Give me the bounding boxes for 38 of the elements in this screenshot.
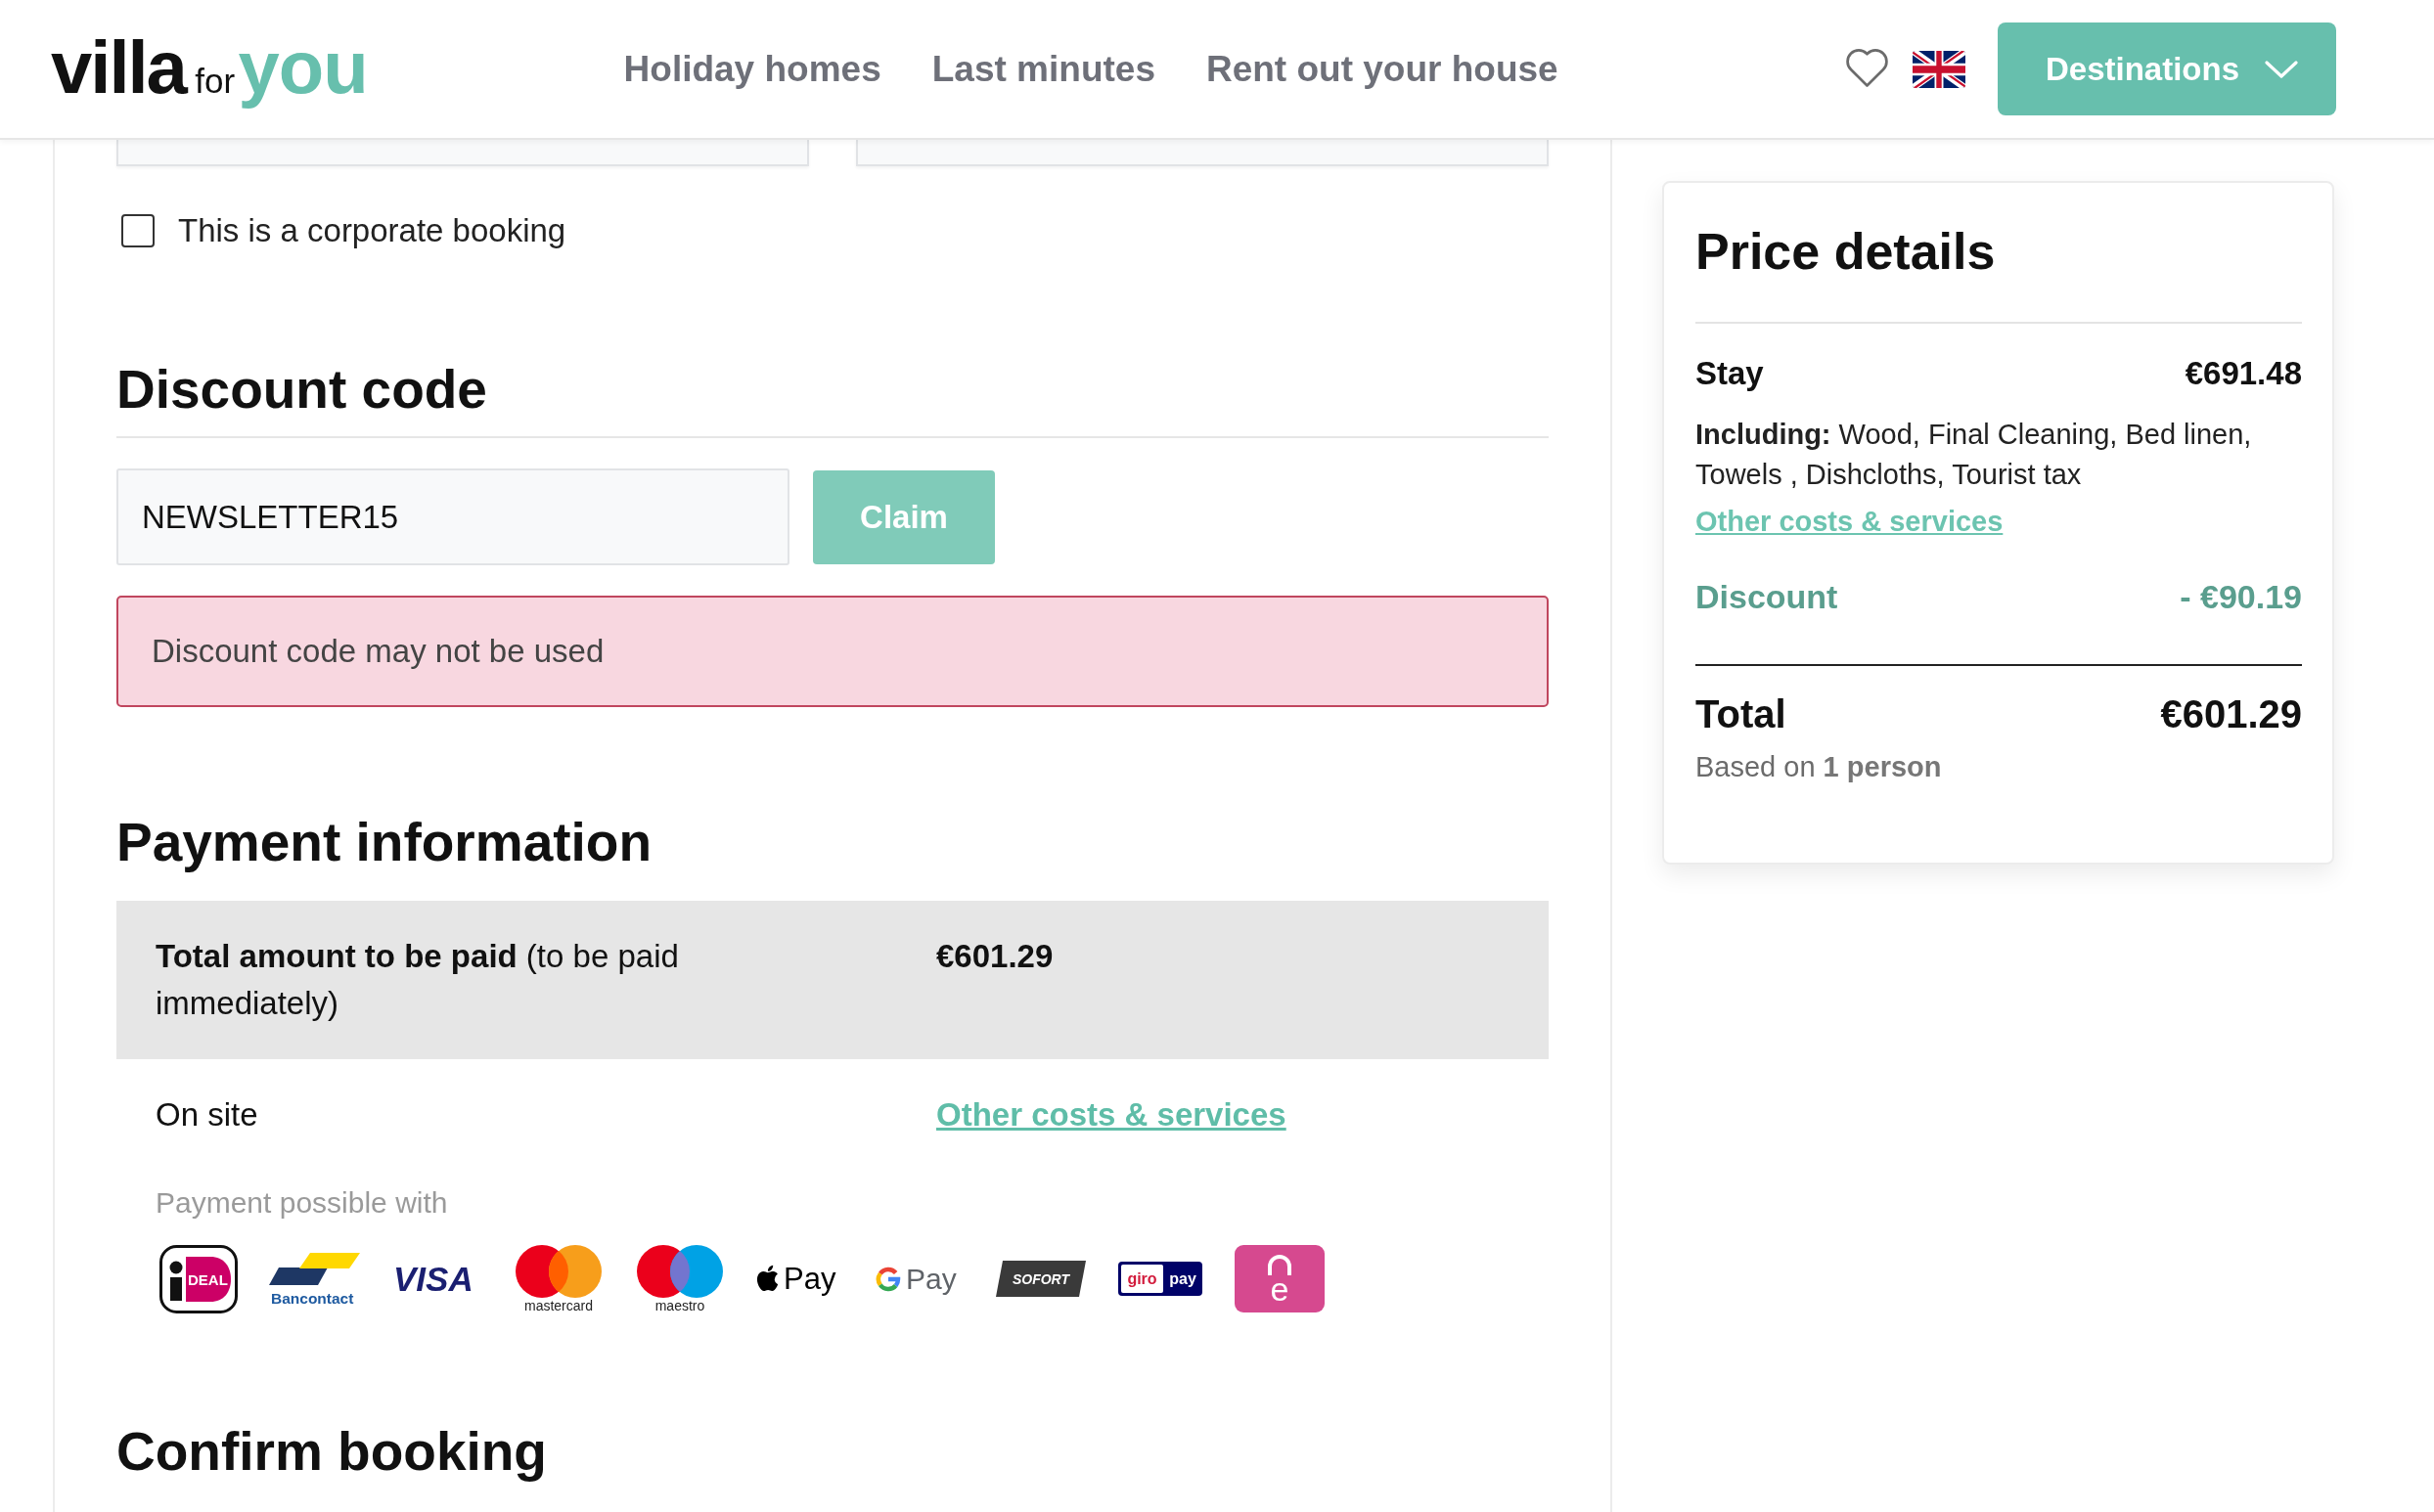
price-value: €691.48 — [2185, 354, 2302, 393]
input-field[interactable] — [116, 140, 809, 166]
google-pay-logo: Pay — [876, 1261, 965, 1297]
maestro-logo: maestro — [635, 1244, 725, 1313]
guest-basis-text: Based on 1 person — [1695, 750, 1942, 784]
price-label: Stay — [1695, 354, 1764, 393]
giropay-logo: giro pay — [1117, 1261, 1203, 1297]
discount-code-field[interactable]: NEWSLETTER15 — [116, 468, 789, 565]
included-items-text: Including: Wood, Final Cleaning, Bed linen, Towels , Dishcloths, Tourist tax — [1695, 418, 2253, 492]
padlock-logo: e — [1235, 1245, 1325, 1312]
section-heading: Discount code — [116, 358, 487, 421]
discount-value: - €90.19 — [2180, 577, 2302, 617]
input-field[interactable] — [856, 140, 1549, 166]
total-label: Total — [1695, 691, 1786, 737]
nav-link[interactable]: Rent out your house — [1205, 48, 1558, 90]
apple-pay-logo: Pay — [756, 1261, 844, 1297]
uk-flag-icon[interactable] — [1913, 50, 1965, 88]
checkbox-label: This is a corporate booking — [178, 211, 566, 250]
payment-row-label: Total amount to be paid (to be paid immediately) — [156, 937, 680, 1023]
section-heading: Payment information — [116, 811, 653, 873]
section-heading: Confirm booking — [116, 1420, 547, 1483]
nav-link[interactable]: Last minutes — [931, 48, 1155, 90]
ideal-logo: DEAL — [159, 1244, 238, 1313]
total-value: €601.29 — [2160, 691, 2302, 737]
chevron-down-icon — [2265, 60, 2298, 78]
checkbox[interactable] — [121, 214, 155, 247]
payment-amount: €601.29 — [936, 937, 1054, 976]
discount-label: Discount — [1695, 577, 1838, 617]
visa-logo: VISA — [391, 1264, 482, 1294]
payment-methods-label: Payment possible with — [156, 1185, 448, 1221]
heart-icon[interactable] — [1844, 48, 1890, 90]
mastercard-logo: mastercard — [514, 1244, 604, 1313]
error-message: Discount code may not be used — [116, 596, 1549, 707]
nav-link[interactable]: Holiday homes — [623, 48, 881, 90]
payment-row-label: On site — [156, 1095, 258, 1134]
panel-title: Price details — [1695, 222, 1996, 282]
sofort-logo: SOFORT — [996, 1261, 1086, 1297]
bancontact-logo: Bancontact — [269, 1250, 360, 1308]
